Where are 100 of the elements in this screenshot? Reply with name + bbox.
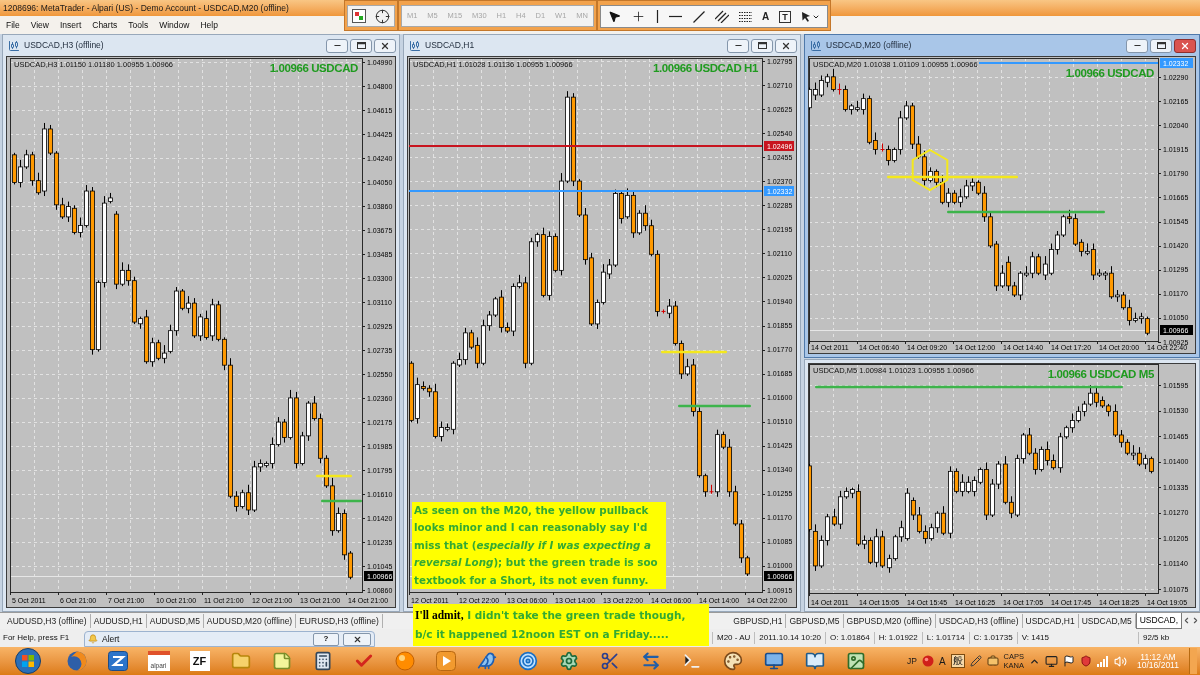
bearish-candle: [156, 339, 161, 361]
chart-tab[interactable]: USDCAD,M5: [1078, 614, 1136, 628]
arrow-icon[interactable]: [800, 11, 812, 22]
maximize-button[interactable]: [350, 38, 372, 53]
bearish-candle: [984, 462, 989, 521]
bearish-candle: [886, 145, 891, 166]
bullish-candle: [138, 316, 143, 330]
crosshair-icon[interactable]: [631, 9, 647, 24]
close-button[interactable]: [343, 632, 371, 646]
close-button[interactable]: [1174, 38, 1196, 53]
chart-tab[interactable]: AUDUSD,M20 (offline): [203, 614, 297, 628]
flag-icon[interactable]: [1063, 655, 1075, 667]
image-icon[interactable]: [845, 651, 866, 671]
chart-tab[interactable]: AUDUSD,H1: [90, 614, 147, 628]
close-button[interactable]: [775, 38, 797, 53]
trendline-icon[interactable]: [692, 10, 705, 23]
scroll-left-icon[interactable]: [1182, 616, 1191, 625]
scissors-icon[interactable]: [599, 651, 620, 671]
ball-icon[interactable]: [921, 655, 934, 667]
app-tile-icon[interactable]: [107, 651, 128, 671]
window-title: 1208696: MetaTrader - Alpari (US) - Demo Account - USDCAD,M20 (offline): [3, 1, 289, 15]
bearish-candle: [541, 227, 546, 298]
chart-price-title: 1.00966 USDCAD: [1065, 67, 1154, 79]
bearish-candle: [631, 189, 636, 239]
arrows-icon[interactable]: [640, 651, 661, 671]
text-label-tool[interactable]: T: [779, 10, 791, 23]
trend-line[interactable]: [887, 175, 1018, 179]
chart-tab[interactable]: USDCAD,H1: [1022, 614, 1079, 628]
chart-window-title: USDCAD,H3 (offline): [24, 39, 104, 52]
pencil-icon[interactable]: [969, 655, 982, 667]
chart-price-title: 1.00966 USDCAD M5: [1047, 368, 1154, 380]
chart-tab[interactable]: AUDUSD,M5: [146, 614, 204, 628]
menu-item[interactable]: Help: [200, 18, 218, 32]
dotted-lines-icon[interactable]: [738, 10, 752, 23]
chart-tab[interactable]: USDCAD,H3 (offline): [935, 614, 1023, 628]
palette-icon[interactable]: [722, 651, 743, 671]
close-icon: [1180, 40, 1190, 51]
ime-mode[interactable]: A: [938, 653, 946, 669]
sticky-note-icon[interactable]: [271, 651, 292, 671]
scroll-right-icon[interactable]: [1191, 616, 1200, 625]
bullish-candle: [415, 377, 420, 425]
vertical-line-icon[interactable]: [656, 10, 660, 23]
menu-item[interactable]: Tools: [128, 18, 149, 32]
briefcase-icon[interactable]: [986, 655, 999, 667]
bell-icon: [88, 634, 98, 644]
bullish-candle: [186, 295, 191, 314]
bearish-candle: [1149, 456, 1154, 474]
play-icon[interactable]: [435, 651, 456, 671]
bullish-candle: [66, 201, 71, 223]
chart-tab[interactable]: EURUSD,H3 (offline): [296, 614, 383, 628]
maximize-button[interactable]: [751, 38, 773, 53]
horizontal-line-icon[interactable]: [669, 15, 683, 18]
parallel-lines-icon[interactable]: [714, 10, 729, 23]
status-field: V: 1415: [1016, 632, 1053, 644]
close-icon: [352, 634, 362, 644]
bearish-candle: [1137, 446, 1142, 467]
close-button[interactable]: [374, 38, 396, 53]
target-icon[interactable]: [517, 651, 538, 671]
crosshair-icon[interactable]: [374, 8, 390, 24]
chart-tab[interactable]: AUDUSD,H3 (offline): [4, 614, 91, 628]
bearish-candle: [72, 204, 77, 235]
hexagon-marker[interactable]: [911, 148, 949, 192]
chart-icon[interactable]: [352, 9, 367, 23]
book-icon[interactable]: [804, 651, 825, 671]
menu-item[interactable]: Charts: [92, 18, 118, 32]
chart-tab[interactable]: GBPUSD,M5: [786, 614, 844, 628]
bullish-candle: [1000, 264, 1005, 289]
bearish-candle: [868, 536, 873, 565]
trend-line[interactable]: [321, 499, 362, 503]
maximize-button[interactable]: [1150, 38, 1172, 53]
restore-icon: [757, 42, 767, 49]
signal-icon[interactable]: [1097, 655, 1109, 667]
start-orb-icon[interactable]: [15, 648, 41, 674]
language-indicator[interactable]: JP: [906, 654, 917, 668]
trend-line[interactable]: [316, 474, 352, 478]
bearish-candle: [204, 310, 209, 341]
monitor-icon[interactable]: [1045, 654, 1058, 668]
shield-icon[interactable]: [1080, 655, 1092, 667]
ime-mode[interactable]: 般: [950, 654, 965, 668]
app-label-tile[interactable]: ZF: [189, 651, 210, 671]
gear-icon[interactable]: [558, 651, 579, 671]
status-field: C: 1.01735: [968, 632, 1017, 644]
menu-item[interactable]: View: [30, 18, 49, 32]
ball-icon[interactable]: [394, 651, 415, 671]
chart-tab[interactable]: USDCAD,: [1135, 613, 1182, 629]
monitor-icon[interactable]: [763, 651, 784, 671]
bird-icon[interactable]: [476, 651, 497, 671]
menu-item[interactable]: Window: [159, 18, 190, 32]
bullish-candle: [625, 187, 630, 220]
restore-icon: [1156, 42, 1166, 49]
globe-icon[interactable]: [66, 651, 87, 671]
text-tool[interactable]: A: [761, 11, 770, 22]
chart-tab[interactable]: GBPUSD,M20 (offline): [843, 614, 936, 628]
menu-item[interactable]: Insert: [60, 18, 82, 32]
chart-tab[interactable]: GBPUSD,H1: [730, 614, 787, 628]
menu-item[interactable]: File: [6, 18, 20, 32]
speaker-icon[interactable]: [1114, 654, 1127, 668]
help-button[interactable]: ?: [313, 632, 339, 646]
doji-candle: [709, 484, 714, 495]
cursor-icon[interactable]: [608, 10, 622, 23]
